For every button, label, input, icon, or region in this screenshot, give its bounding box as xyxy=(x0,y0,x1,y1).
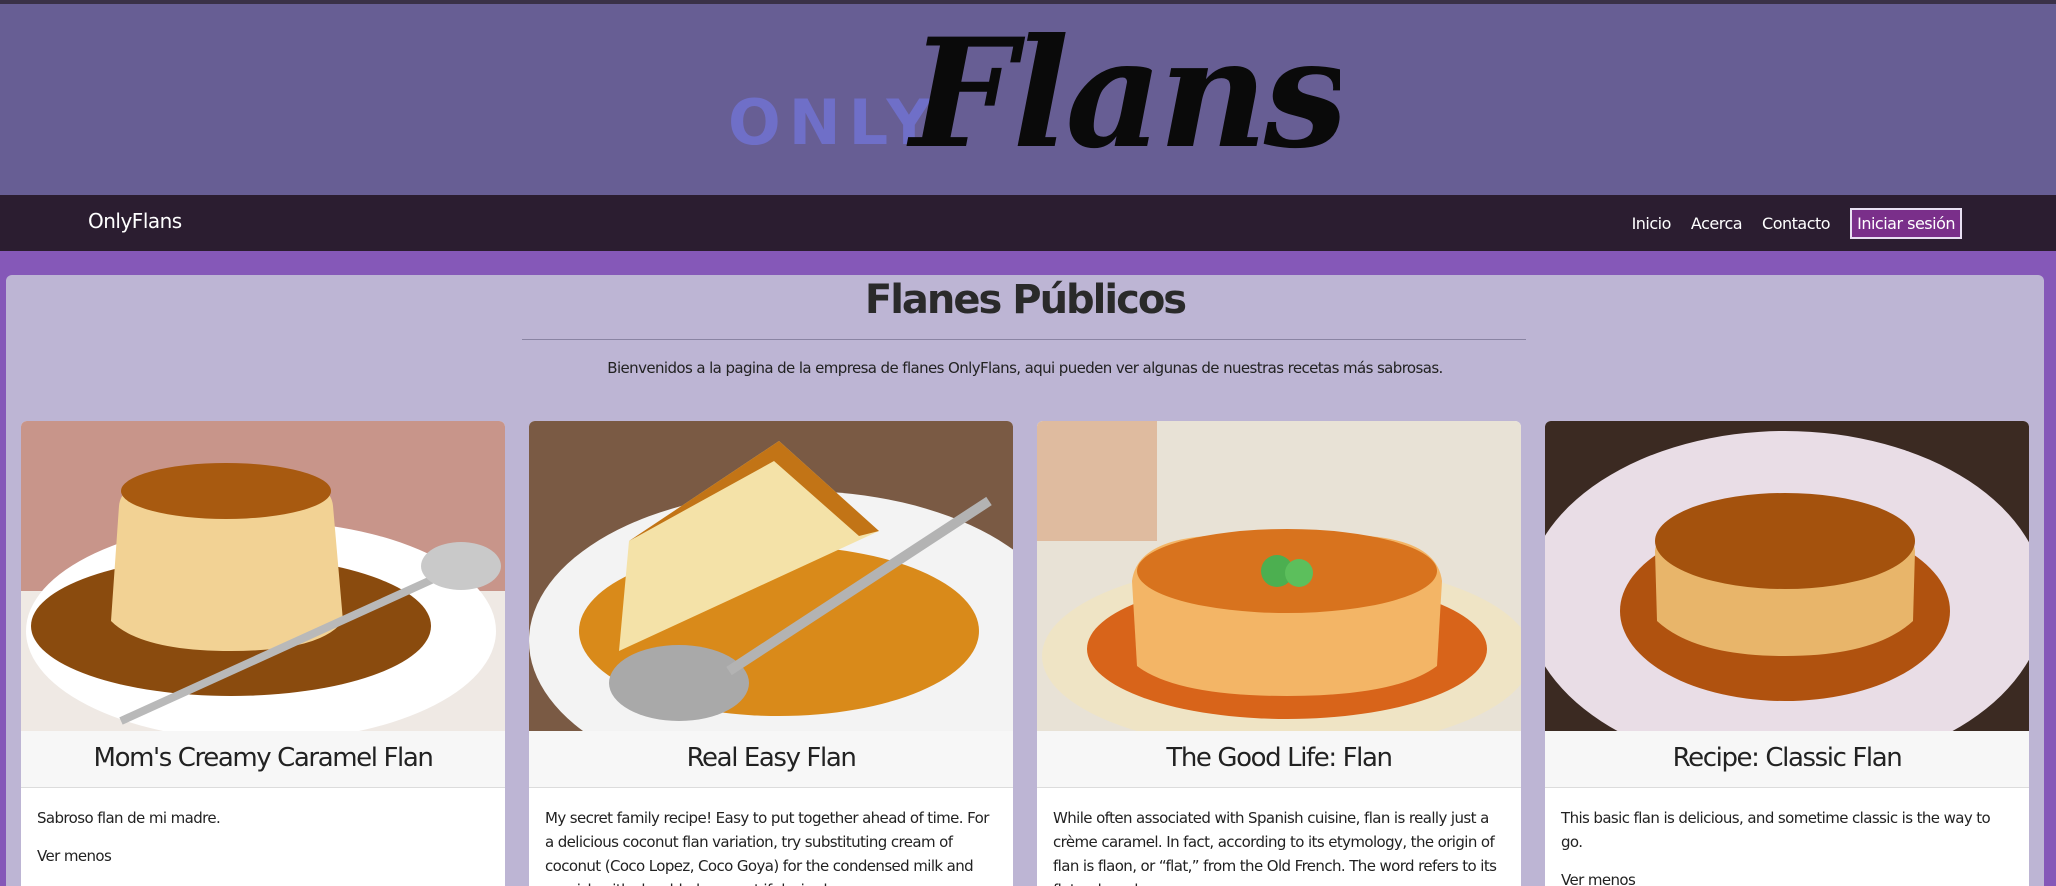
card-text: This basic flan is delicious, and someti… xyxy=(1561,809,1991,851)
onlyflans-logo[interactable]: ONLY Flans xyxy=(720,4,1340,195)
nav-links: Inicio Acerca Contacto Iniciar sesión xyxy=(1632,208,1962,239)
main-navbar: OnlyFlans Inicio Acerca Contacto Iniciar… xyxy=(0,195,2056,251)
card-title: Real Easy Flan xyxy=(529,731,1013,788)
card-body: Sabroso flan de mi madre. Ver menos xyxy=(21,788,505,886)
title-divider xyxy=(522,339,1526,340)
svg-text:Flans: Flans xyxy=(906,6,1340,182)
card-body: While often associated with Spanish cuis… xyxy=(1037,788,1521,886)
card-title: Recipe: Classic Flan xyxy=(1545,731,2029,788)
page-title: Flanes Públicos xyxy=(864,277,1187,323)
recipe-cards: Mom's Creamy Caramel Flan Sabroso flan d… xyxy=(21,421,2029,886)
flan-photo xyxy=(529,421,1013,731)
header-banner: ONLY Flans xyxy=(0,4,2056,195)
flan-photo xyxy=(1037,421,1521,731)
intro-text: Bienvenidos a la pagina de la empresa de… xyxy=(607,359,1443,377)
login-button[interactable]: Iniciar sesión xyxy=(1850,208,1962,239)
card-text: Sabroso flan de mi madre. xyxy=(37,809,221,827)
flan-photo xyxy=(21,421,505,731)
ver-menos-link[interactable]: Ver menos xyxy=(1561,868,1636,886)
card-text: My secret family recipe! Easy to put tog… xyxy=(545,809,989,886)
card-title: The Good Life: Flan xyxy=(1037,731,1521,788)
nav-link-inicio[interactable]: Inicio xyxy=(1632,214,1672,233)
recipe-card: The Good Life: Flan While often associat… xyxy=(1037,421,1521,886)
card-body: My secret family recipe! Easy to put tog… xyxy=(529,788,1013,886)
ver-menos-link[interactable]: Ver menos xyxy=(37,844,112,868)
recipe-card: Mom's Creamy Caramel Flan Sabroso flan d… xyxy=(21,421,505,886)
nav-link-contacto[interactable]: Contacto xyxy=(1762,214,1831,233)
card-text: While often associated with Spanish cuis… xyxy=(1053,809,1497,886)
card-title: Mom's Creamy Caramel Flan xyxy=(21,731,505,788)
navbar-brand[interactable]: OnlyFlans xyxy=(88,209,182,233)
nav-link-acerca[interactable]: Acerca xyxy=(1691,214,1743,233)
svg-text:ONLY: ONLY xyxy=(728,86,939,159)
card-body: This basic flan is delicious, and someti… xyxy=(1545,788,2029,886)
flan-photo xyxy=(1545,421,2029,731)
recipe-card: Recipe: Classic Flan This basic flan is … xyxy=(1545,421,2029,886)
main-container: Flanes Públicos Bienvenidos a la pagina … xyxy=(6,275,2044,886)
recipe-card: Real Easy Flan My secret family recipe! … xyxy=(529,421,1013,886)
